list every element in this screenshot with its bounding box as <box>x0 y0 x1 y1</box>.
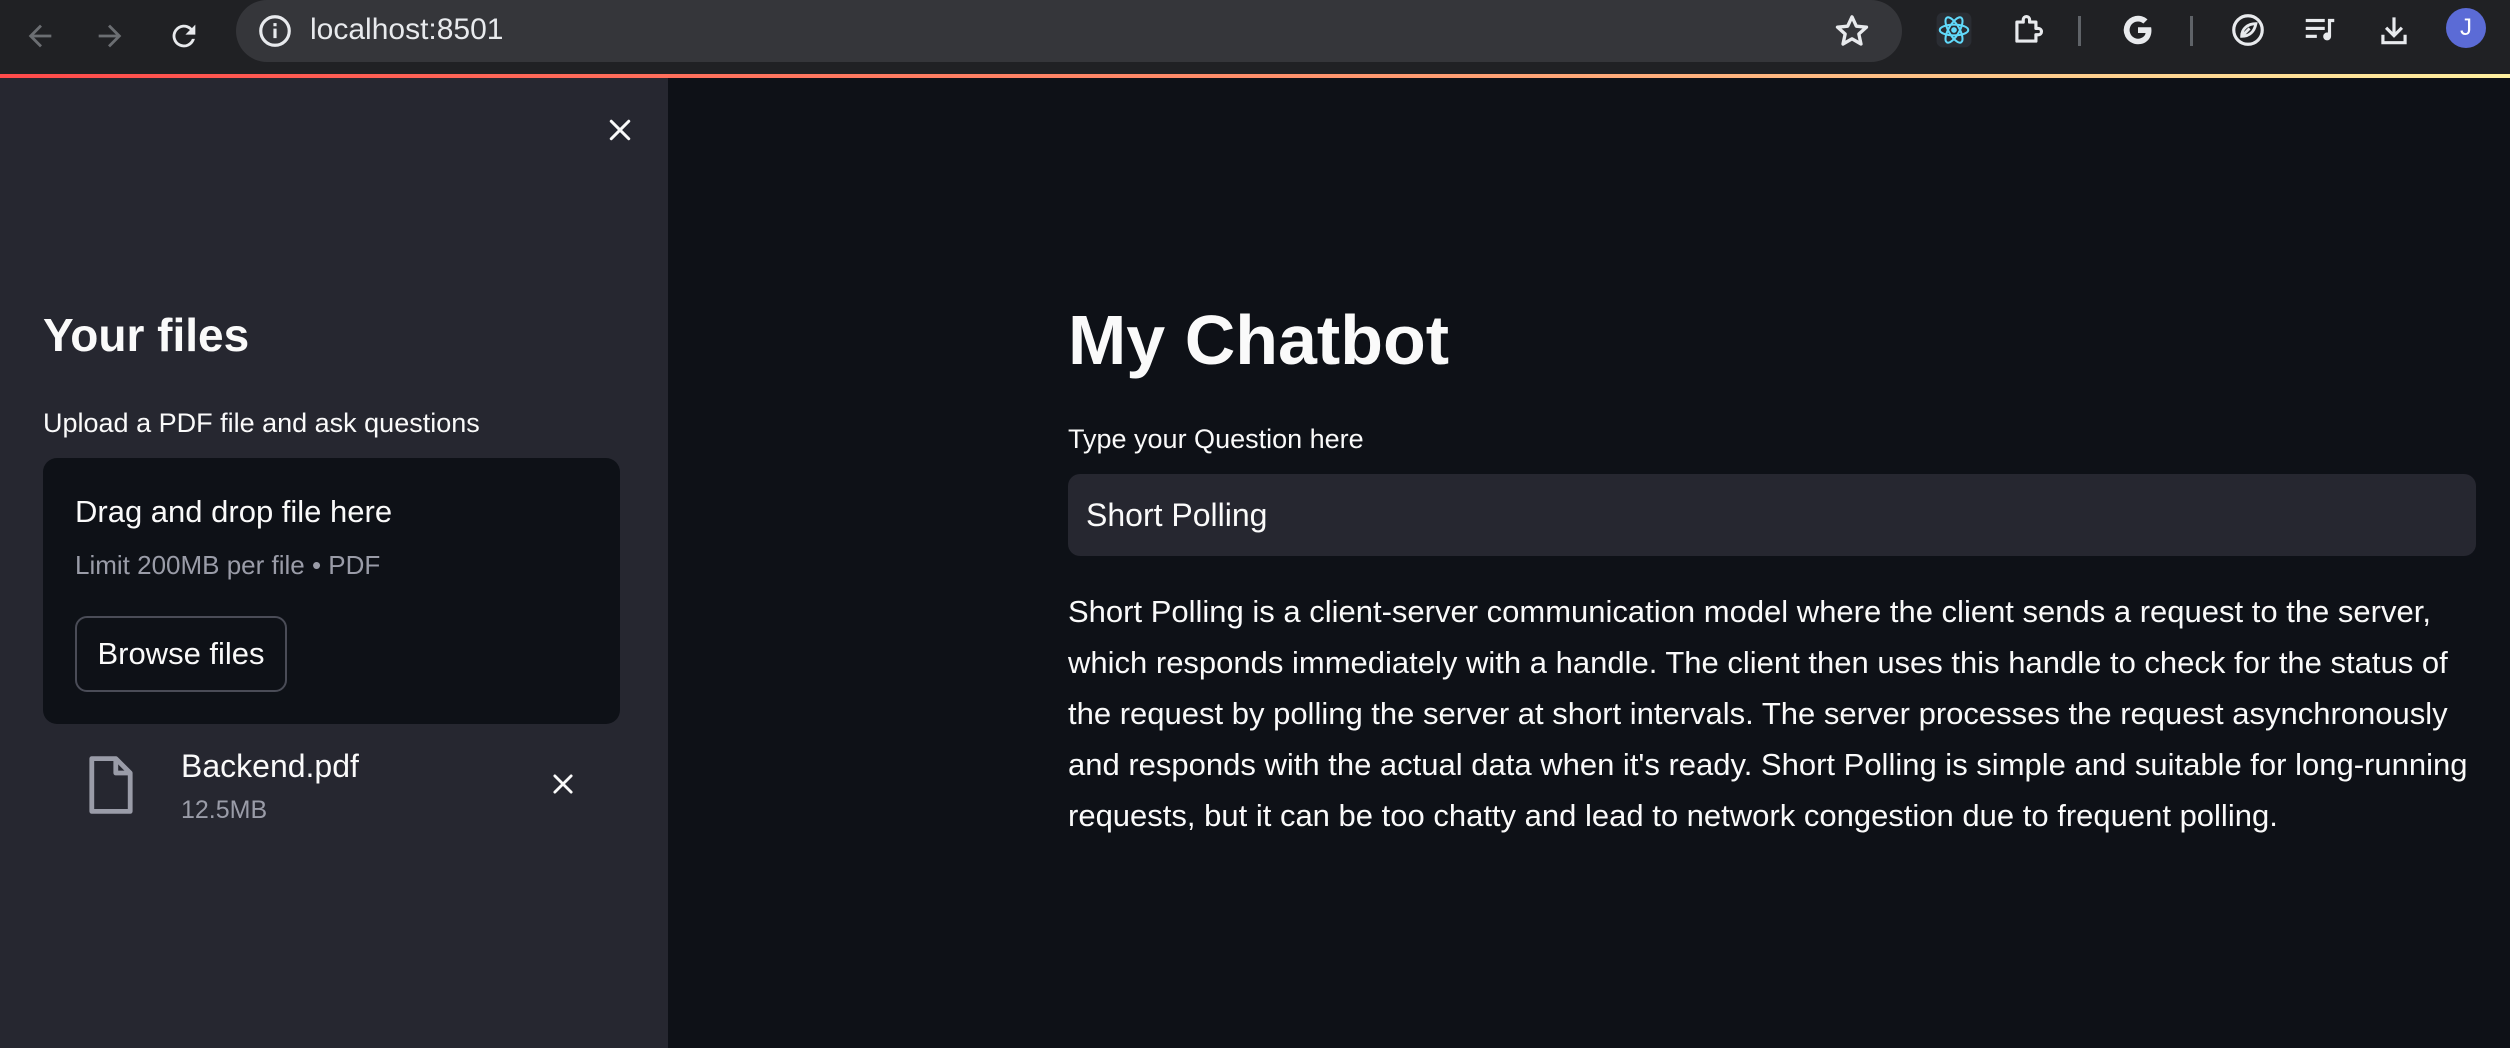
address-bar[interactable]: localhost:8501 <box>236 0 1902 62</box>
google-g-icon <box>2123 15 2152 45</box>
browser-toolbar: localhost:8501 J <box>0 0 2510 74</box>
downloads-button[interactable] <box>2372 8 2416 52</box>
page-title: My Chatbot <box>1068 301 1450 379</box>
react-devtools-extension[interactable] <box>1932 8 1976 52</box>
question-label: Type your Question here <box>1068 424 1364 454</box>
upload-label: Upload a PDF file and ask questions <box>43 408 480 438</box>
reload-button[interactable] <box>158 10 210 62</box>
media-controls-button[interactable] <box>2298 8 2342 52</box>
profile-avatar[interactable]: J <box>2446 8 2486 48</box>
remove-file-button[interactable] <box>543 764 583 804</box>
uploaded-file-item: Backend.pdf 12.5MB <box>43 738 620 838</box>
dropzone-limit: Limit 200MB per file • PDF <box>75 550 381 580</box>
answer-text: Short Polling is a client-server communi… <box>1068 594 2468 833</box>
download-icon <box>2381 17 2407 45</box>
reload-icon <box>172 24 196 48</box>
toolbar-divider <box>2190 16 2193 46</box>
leaf-extension[interactable] <box>2226 8 2270 52</box>
url-text[interactable]: localhost:8501 <box>310 10 503 50</box>
dropzone-title: Drag and drop file here <box>75 494 393 529</box>
google-extension[interactable] <box>2116 8 2160 52</box>
react-devtools-icon <box>1936 12 1972 48</box>
sidebar: Your files Upload a PDF file and ask que… <box>0 78 668 1048</box>
sidebar-title: Your files <box>43 309 250 361</box>
media-queue-icon <box>2305 18 2335 41</box>
bookmark-star-icon[interactable] <box>1832 11 1872 51</box>
file-dropzone[interactable]: Drag and drop file here Limit 200MB per … <box>43 458 620 724</box>
extensions-puzzle-icon <box>2015 15 2043 43</box>
site-info-icon[interactable] <box>256 12 294 50</box>
close-icon <box>553 774 573 794</box>
file-icon <box>89 756 133 814</box>
extensions-button[interactable] <box>2006 8 2050 52</box>
forward-button[interactable] <box>84 10 136 62</box>
back-arrow-icon <box>28 24 52 48</box>
question-input[interactable] <box>1068 474 2476 556</box>
toolbar-divider <box>2078 16 2081 46</box>
browse-files-button[interactable]: Browse files <box>75 616 287 692</box>
close-icon <box>609 119 631 141</box>
leaf-extension-icon <box>2232 14 2264 46</box>
sidebar-close-button[interactable] <box>598 108 642 152</box>
file-name: Backend.pdf <box>181 748 359 784</box>
file-size: 12.5MB <box>181 796 268 824</box>
main-content: My Chatbot Type your Question here Short… <box>668 78 2510 1048</box>
back-button[interactable] <box>14 10 66 62</box>
forward-arrow-icon <box>98 24 122 48</box>
